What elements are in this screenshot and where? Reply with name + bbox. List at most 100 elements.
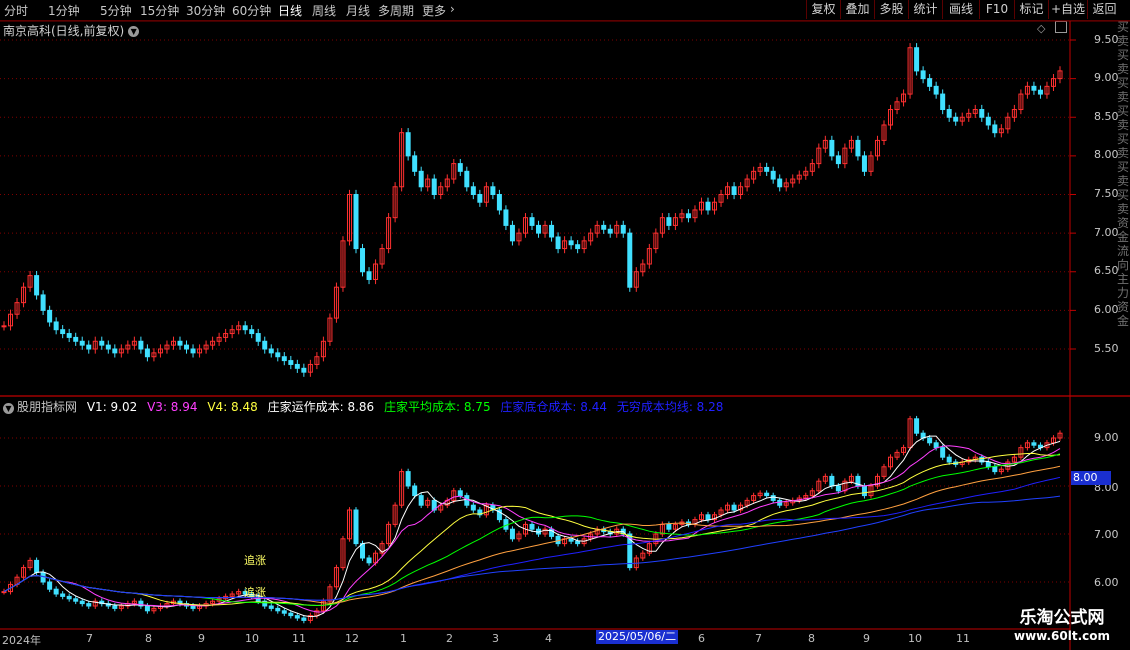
- candle-body: [379, 248, 385, 265]
- side-panel-text: 买卖买卖买卖买卖买卖买卖买卖资金流向主力资金: [1117, 20, 1130, 328]
- date-tick: 8: [808, 632, 815, 645]
- stats-button[interactable]: 统计: [908, 0, 942, 19]
- candle-body: [73, 598, 79, 602]
- candle-body: [607, 228, 613, 234]
- candle-body: [562, 240, 568, 250]
- price-tick: 9.00: [1094, 71, 1119, 84]
- mark-button[interactable]: 标记: [1014, 0, 1048, 19]
- candle-body: [998, 128, 1004, 134]
- tf-15min[interactable]: 15分钟: [140, 2, 179, 19]
- candle-body: [327, 317, 333, 342]
- right-side-panel[interactable]: 买卖买卖买卖买卖买卖买卖买卖资金流向主力资金: [1117, 20, 1130, 630]
- candle-body: [66, 595, 72, 600]
- legend-base-cost: 庄家底仓成本: 8.44: [500, 400, 607, 414]
- candle-body: [1018, 447, 1024, 458]
- candle-body: [940, 93, 946, 111]
- candle-body: [757, 166, 763, 172]
- candle-body: [744, 499, 750, 506]
- candle-body: [959, 116, 965, 122]
- candle-body: [86, 344, 92, 350]
- candle-body: [333, 286, 339, 319]
- candle-body: [425, 499, 431, 506]
- candle-body: [281, 610, 287, 614]
- legend-v1: V1: 9.02: [86, 400, 138, 414]
- candle-body: [718, 194, 724, 203]
- candle-body: [229, 329, 235, 335]
- tf-30min[interactable]: 30分钟: [186, 2, 225, 19]
- tf-daily[interactable]: 日线: [278, 2, 302, 19]
- candle-body: [1, 325, 7, 328]
- candle-body: [496, 194, 502, 211]
- price-tick: 5.50: [1094, 342, 1119, 355]
- candle-body: [946, 456, 952, 463]
- diamond-icon[interactable]: ◇: [1037, 22, 1045, 35]
- candle-body: [725, 186, 731, 195]
- candle-body: [399, 132, 405, 188]
- chase-annotation: 追涨: [244, 586, 266, 599]
- candle-body: [151, 352, 157, 358]
- chevron-right-icon[interactable]: ›: [450, 2, 455, 16]
- candle-body: [575, 540, 581, 545]
- candle-body: [894, 101, 900, 111]
- candle-body: [848, 475, 854, 482]
- back-button[interactable]: 返回: [1087, 0, 1121, 19]
- watermark-title: 乐淘公式网: [1019, 608, 1105, 628]
- candle-body: [874, 139, 880, 157]
- candle-body: [868, 155, 874, 172]
- candle-body: [822, 139, 828, 149]
- candle-body: [927, 437, 933, 444]
- candle-body: [509, 224, 515, 242]
- overlay-button[interactable]: 叠加: [840, 0, 874, 19]
- candle-body: [633, 557, 639, 569]
- candle-body: [262, 340, 268, 350]
- candle-body: [1037, 444, 1043, 449]
- tf-1min[interactable]: 1分钟: [48, 2, 80, 19]
- price-tick: 6.00: [1094, 303, 1119, 316]
- tf-monthly[interactable]: 月线: [346, 2, 370, 19]
- candle-body: [874, 475, 880, 487]
- date-tick: 7: [755, 632, 762, 645]
- tf-more[interactable]: 更多: [422, 2, 446, 19]
- candle-body: [888, 109, 894, 126]
- maximize-icon[interactable]: [1055, 21, 1067, 33]
- candle-body: [1, 591, 7, 594]
- candle-body: [281, 356, 287, 362]
- candle-body: [822, 475, 828, 482]
- chevron-down-icon[interactable]: ▼: [128, 26, 140, 37]
- candle-body: [216, 598, 222, 602]
- candle-body: [14, 302, 20, 315]
- price-tick: 8.50: [1094, 110, 1119, 123]
- candle-body: [268, 605, 274, 609]
- candle-body: [692, 209, 698, 219]
- chevron-down-icon[interactable]: ▼: [3, 403, 14, 414]
- candle-body: [418, 170, 424, 188]
- candle-body: [731, 504, 737, 511]
- fuquan-button[interactable]: 复权: [806, 0, 840, 19]
- candle-body: [125, 344, 131, 350]
- candle-body: [972, 109, 978, 114]
- candle-body: [438, 504, 444, 511]
- candle-body: [444, 178, 450, 188]
- candle-body: [562, 538, 568, 545]
- candle-body: [933, 442, 939, 449]
- tf-5min[interactable]: 5分钟: [100, 2, 132, 19]
- candle-body: [301, 617, 307, 621]
- candle-body: [144, 348, 150, 358]
- tf-multi[interactable]: 多周期: [378, 2, 414, 19]
- f10-button[interactable]: F10: [979, 0, 1014, 19]
- candle-body: [620, 528, 626, 535]
- candle-body: [685, 213, 691, 219]
- draw-button[interactable]: 画线: [942, 0, 979, 19]
- multi-stock-button[interactable]: 多股: [874, 0, 908, 19]
- candle-body: [1024, 442, 1030, 449]
- candle-body: [777, 499, 783, 506]
- watermark-url: www.60lt.com: [1013, 629, 1111, 643]
- indicator-lines: [3, 435, 1061, 618]
- tf-weekly[interactable]: 周线: [312, 2, 336, 19]
- add-watchlist-button[interactable]: +自选: [1048, 0, 1087, 19]
- candle-body: [829, 139, 835, 157]
- indicator-tick: 9.00: [1094, 431, 1119, 444]
- tf-60min[interactable]: 60分钟: [232, 2, 271, 19]
- tf-fenshi[interactable]: 分时: [4, 2, 28, 19]
- legend-v3: V3: 8.94: [147, 400, 198, 414]
